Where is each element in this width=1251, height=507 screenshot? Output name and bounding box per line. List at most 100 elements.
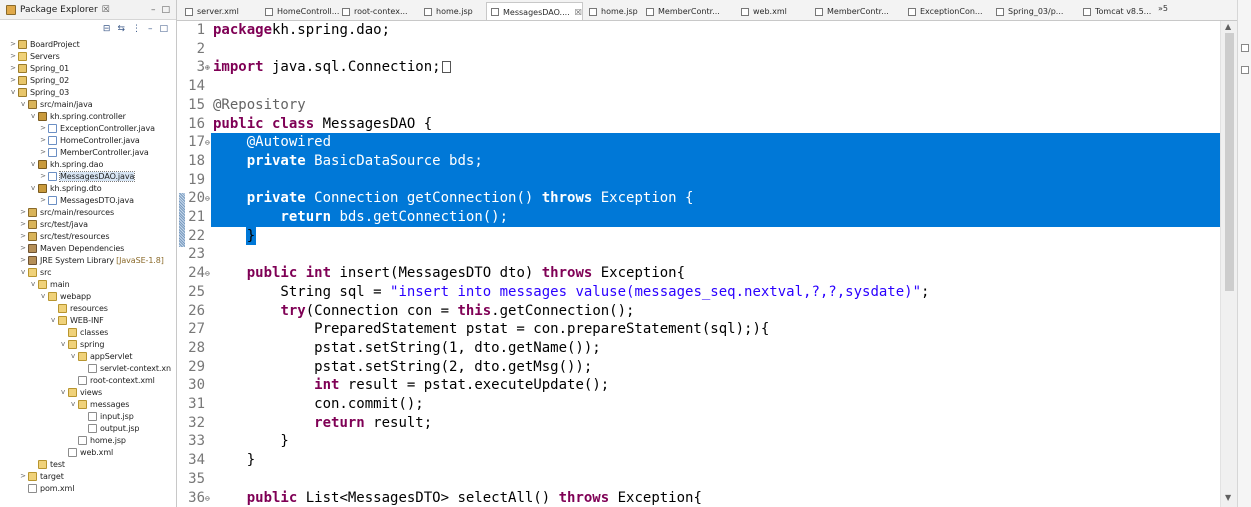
code-line[interactable]: 21 return bds.getConnection(); [177,208,1220,227]
code-line[interactable]: 34 } [177,451,1220,470]
tree-item[interactable]: v src [19,266,51,278]
tree-item[interactable]: v main [29,278,70,290]
code-line[interactable]: 14 [177,77,1220,96]
package-explorer-title[interactable]: Package Explorer [20,5,98,15]
collapsed-code-indicator[interactable] [441,61,451,74]
code-line[interactable]: 3 ⊕ import java.sql.Connection; [177,58,1220,77]
tree-item[interactable]: v appServlet [69,350,132,362]
collapsed-twisty-icon[interactable]: > [39,124,47,132]
collapsed-twisty-icon[interactable]: > [19,208,27,216]
code-line[interactable]: 33 } [177,432,1220,451]
editor-tab[interactable]: ExceptionCon... [904,2,983,20]
collapse-fold-icon[interactable]: ⊖ [205,264,210,283]
editor-tab[interactable]: home.jsp [585,2,638,20]
code-line[interactable]: 23 [177,245,1220,264]
collapsed-twisty-icon[interactable]: > [19,232,27,240]
expanded-twisty-icon[interactable]: v [29,280,37,288]
tree-item[interactable]: test [29,458,65,470]
scroll-up-icon[interactable]: ▲ [1225,22,1231,31]
tree-item[interactable]: v kh.spring.dao [29,158,103,170]
tree-item[interactable]: root-context.xml [69,374,155,386]
close-tab-icon[interactable]: ☒ [575,8,582,17]
tree-item[interactable]: v Spring_03 [9,86,69,98]
collapse-fold-icon[interactable]: ⊖ [205,489,210,507]
tree-item[interactable]: pom.xml [19,482,74,494]
maximize-icon[interactable]: □ [159,24,168,34]
editor-tab[interactable]: server.xml [181,2,239,20]
code-line[interactable]: 29 pstat.setString(2, dto.getMsg()); [177,358,1220,377]
code-line[interactable]: 35 [177,470,1220,489]
expanded-twisty-icon[interactable]: v [29,112,37,120]
code-line[interactable]: 2 [177,40,1220,59]
tree-item[interactable]: v src/main/java [19,98,93,110]
tree-item[interactable]: > ExceptionController.java [39,122,155,134]
code-line[interactable]: 31 con.commit(); [177,395,1220,414]
tree-item[interactable]: > src/main/resources [19,206,114,218]
code-line[interactable]: 17 ⊖ @Autowired [177,133,1220,152]
tree-item[interactable]: classes [59,326,108,338]
collapsed-twisty-icon[interactable]: > [19,220,27,228]
tree-item[interactable]: > Spring_02 [9,74,69,86]
tree-item[interactable]: > src/test/java [19,218,88,230]
maximize-view-button[interactable]: □ [161,5,170,15]
code-editor[interactable]: 1 packagekh.spring.dao; 2 3 ⊕ import java.sql… [177,21,1251,507]
tree-item[interactable]: > BoardProject [9,38,80,50]
tree-item[interactable]: v kh.spring.controller [29,110,126,122]
collapsed-twisty-icon[interactable]: > [39,172,47,180]
code-line[interactable]: 32 return result; [177,414,1220,433]
editor-tab[interactable]: Tomcat v8.5... [1079,2,1151,20]
code-line[interactable]: 19 [177,171,1220,190]
tree-item[interactable]: > MemberController.java [39,146,149,158]
collapsed-twisty-icon[interactable]: > [9,52,17,60]
editor-tab[interactable]: MemberContr... [811,2,889,20]
tree-item[interactable]: > Spring_01 [9,62,69,74]
outline-view-icon[interactable] [1241,66,1249,74]
expanded-twisty-icon[interactable]: v [69,352,77,360]
editor-tab[interactable]: root-contex... [338,2,408,20]
tree-item[interactable]: > src/test/resources [19,230,110,242]
expanded-twisty-icon[interactable]: v [9,88,17,96]
expanded-twisty-icon[interactable]: v [59,388,67,396]
tree-item[interactable]: v webapp [39,290,91,302]
tree-item[interactable]: v views [59,386,102,398]
collapsed-twisty-icon[interactable]: > [19,244,27,252]
tree-item[interactable]: > MessagesDTO.java [39,194,134,206]
tree-item[interactable]: output.jsp [79,422,140,434]
editor-tab[interactable]: MemberContr... [642,2,720,20]
code-line[interactable]: 22 } [177,227,1220,246]
restore-view-icon[interactable] [1241,44,1249,52]
code-line[interactable]: 36 ⊖ public List<MessagesDTO> selectAll()… [177,489,1220,507]
scrollbar-thumb[interactable] [1225,33,1234,291]
code-line[interactable]: 30 int result = pstat.executeUpdate(); [177,376,1220,395]
tree-item[interactable]: v kh.spring.dto [29,182,102,194]
expanded-twisty-icon[interactable]: v [39,292,47,300]
editor-tab[interactable]: Spring_03/p... [992,2,1063,20]
link-with-editor-icon[interactable]: ⇆ [117,24,125,34]
tree-item[interactable]: web.xml [59,446,113,458]
editor-tab[interactable]: HomeControll... [261,2,339,20]
collapse-all-icon[interactable]: ⊟ [103,24,111,34]
collapsed-twisty-icon[interactable]: > [9,64,17,72]
code-line[interactable]: 20 ⊖ private Connection getConnection() t… [177,189,1220,208]
expanded-twisty-icon[interactable]: v [49,316,57,324]
collapsed-twisty-icon[interactable]: > [9,40,17,48]
collapsed-twisty-icon[interactable]: > [39,148,47,156]
tree-item[interactable]: servlet-context.xn [79,362,171,374]
collapsed-twisty-icon[interactable]: > [9,76,17,84]
tab-overflow-button[interactable]: »5 [1158,4,1168,13]
code-line[interactable]: 25 String sql = "insert into messages va… [177,283,1220,302]
tree-item[interactable]: > JRE System Library [JavaSE-1.8] [19,254,164,266]
vertical-scrollbar[interactable]: ▲ ▼ [1220,21,1237,507]
code-line[interactable]: 15 @Repository [177,96,1220,115]
code-line[interactable]: 18 private BasicDataSource bds; [177,152,1220,171]
view-menu-icon[interactable]: ⋮ [132,24,141,34]
expanded-twisty-icon[interactable]: v [29,160,37,168]
tree-item[interactable]: > Servers [9,50,60,62]
close-view-icon[interactable]: ☒ [102,5,110,15]
code-line[interactable]: 27 PreparedStatement pstat = con.prepare… [177,320,1220,339]
tree-item[interactable]: input.jsp [79,410,134,422]
minimize-view-button[interactable]: – [151,5,156,15]
expand-fold-icon[interactable]: ⊕ [205,58,210,77]
collapsed-twisty-icon[interactable]: > [39,136,47,144]
tree-item[interactable]: > MessagesDAO.java [39,170,136,182]
